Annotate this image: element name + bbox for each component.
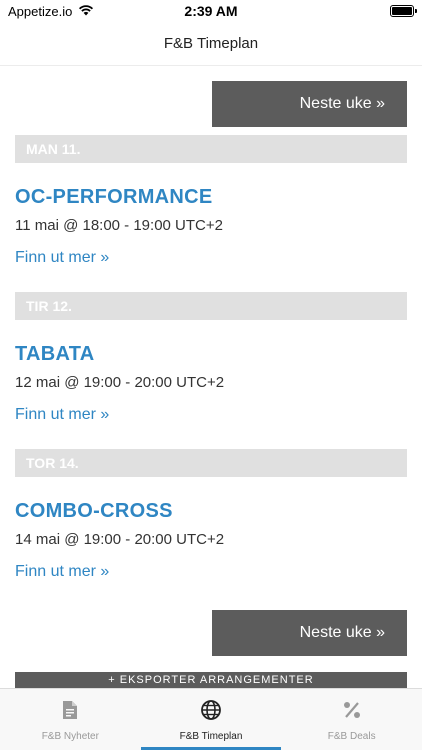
next-week-button-top[interactable]: Neste uke »	[212, 81, 407, 127]
tab-schedule[interactable]: F&B Timeplan	[140, 689, 282, 750]
tab-news[interactable]: F&B Nyheter	[0, 689, 141, 750]
day-header-tue: TIR 12.	[15, 292, 407, 320]
tab-deals[interactable]: F&B Deals	[281, 689, 422, 750]
battery-icon	[390, 5, 417, 17]
event-link-more[interactable]: Finn ut mer »	[15, 563, 109, 581]
wifi-icon	[78, 4, 94, 19]
status-bar: Appetize.io 2:39 AM	[0, 0, 422, 22]
tab-deals-label: F&B Deals	[327, 731, 376, 742]
carrier-label: Appetize.io	[8, 3, 73, 19]
nav-bar: F&B Timeplan	[0, 22, 422, 66]
tab-news-label: F&B Nyheter	[41, 731, 99, 742]
event-time: 11 mai @ 18:00 - 19:00 UTC+2	[15, 217, 223, 234]
event-link-more[interactable]: Finn ut mer »	[15, 406, 109, 424]
event-time: 12 mai @ 19:00 - 20:00 UTC+2	[15, 374, 225, 391]
event-title-oc-performance[interactable]: OC-PERFORMANCE	[15, 186, 213, 209]
day-header-mon: MAN 11.	[15, 135, 407, 163]
event-title-tabata[interactable]: TABATA	[15, 343, 95, 366]
tab-bar: F&B Nyheter F&B Timeplan F&B Deals	[0, 688, 422, 750]
tab-schedule-label: F&B Timeplan	[179, 731, 243, 742]
event-link-more[interactable]: Finn ut mer »	[15, 249, 109, 267]
document-icon	[59, 699, 81, 721]
schedule-content[interactable]: Neste uke » MAN 11. OC-PERFORMANCE 11 ma…	[0, 66, 422, 688]
event-title-combo-cross[interactable]: COMBO-CROSS	[15, 500, 173, 523]
percent-icon	[341, 699, 363, 721]
status-left: Appetize.io	[8, 4, 94, 19]
event-time: 14 mai @ 19:00 - 20:00 UTC+2	[15, 531, 225, 548]
page-title: F&B Timeplan	[163, 35, 259, 52]
next-week-button-bottom[interactable]: Neste uke »	[212, 610, 407, 656]
globe-icon	[200, 699, 222, 721]
export-events-button[interactable]: + EKSPORTER ARRANGEMENTER	[15, 672, 407, 688]
day-header-thu: TOR 14.	[15, 449, 407, 477]
